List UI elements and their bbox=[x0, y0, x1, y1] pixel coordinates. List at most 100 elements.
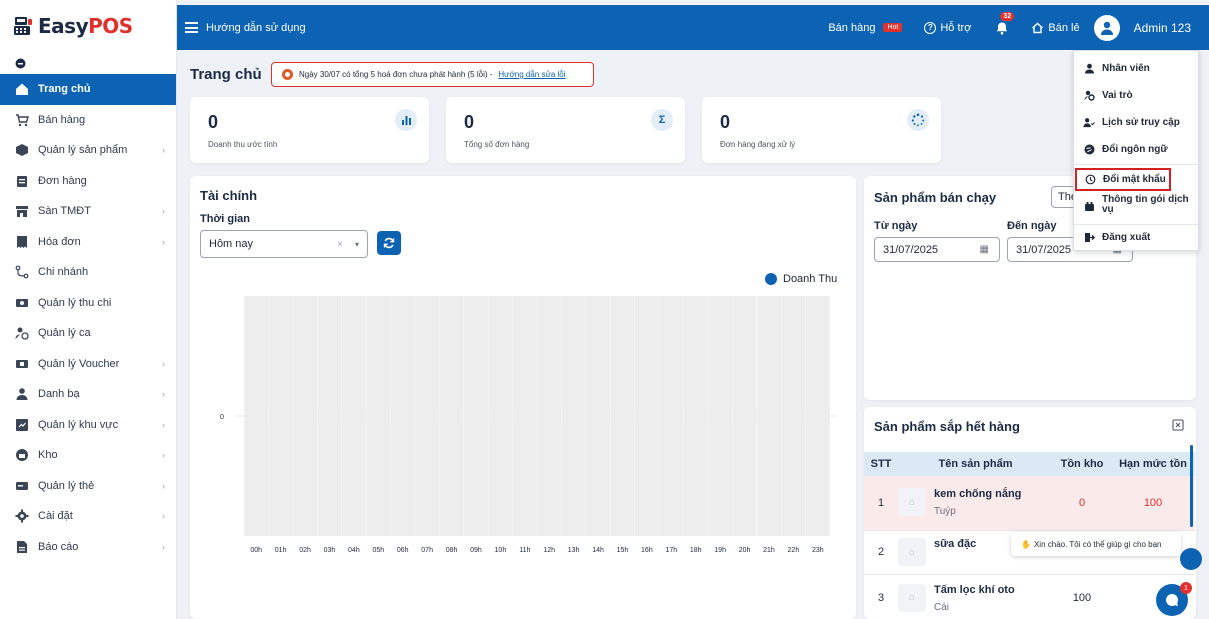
bar-background-21h[interactable] bbox=[756, 296, 781, 536]
sidebar-item-6[interactable]: Chi nhánh bbox=[0, 257, 176, 288]
x-tick-label: 14h bbox=[592, 547, 604, 554]
product-unit: Tuýp bbox=[934, 506, 956, 518]
globe-icon bbox=[1083, 144, 1095, 155]
sidebar-item-7[interactable]: Quản lý thu chi bbox=[0, 288, 176, 319]
sidebar-item-11[interactable]: Quản lý khu vực › bbox=[0, 410, 176, 441]
support-button[interactable]: ? Hỗ trợ bbox=[924, 21, 971, 34]
chat-greeting-bubble[interactable]: ✋ Xin chào. Tôi có thể giúp gì cho bạn bbox=[1011, 532, 1181, 556]
sidebar-item-label: Cài đặt bbox=[38, 510, 73, 523]
bar-background-19h[interactable] bbox=[708, 296, 733, 536]
brand-name: EasyPOS bbox=[38, 14, 133, 38]
bar-background-10h[interactable] bbox=[488, 296, 513, 536]
x-tick-label: 15h bbox=[617, 547, 629, 554]
sidebar-item-label: Danh bạ bbox=[38, 388, 80, 401]
x-tick-label: 20h bbox=[739, 547, 751, 554]
bar-background-01h[interactable] bbox=[268, 296, 293, 536]
x-tick-label: 18h bbox=[690, 547, 702, 554]
sidebar-item-9[interactable]: Quản lý Voucher › bbox=[0, 349, 176, 380]
menu-item-role[interactable]: Vai trò bbox=[1074, 86, 1198, 104]
sidebar-menu: Trang chủ Bán hàng Quản lý sản phẩm › Đơn hà… bbox=[0, 74, 176, 562]
table-row[interactable]: 3 ⌂ Tấm lọc khí oto Cái 100 bbox=[864, 574, 1195, 619]
bar-background-17h[interactable] bbox=[659, 296, 684, 536]
sidebar-item-label: Kho bbox=[38, 449, 58, 462]
chat-icon bbox=[1166, 594, 1179, 606]
avatar[interactable] bbox=[1093, 14, 1120, 41]
menu-item-language[interactable]: Đổi ngôn ngữ bbox=[1074, 140, 1198, 158]
bar-background-03h[interactable] bbox=[317, 296, 342, 536]
voucher-icon bbox=[15, 357, 29, 371]
bar-background-23h[interactable] bbox=[805, 296, 830, 536]
menu-item-staff[interactable]: Nhân viên bbox=[1074, 59, 1198, 77]
x-tick-label: 05h bbox=[372, 547, 384, 554]
sidebar-item-label: Quản lý thẻ bbox=[38, 479, 95, 492]
card-icon bbox=[15, 479, 29, 493]
bar-background-13h[interactable] bbox=[561, 296, 586, 536]
sidebar-collapse-button[interactable] bbox=[0, 52, 176, 74]
bar-background-22h[interactable] bbox=[781, 296, 806, 536]
bar-background-16h[interactable] bbox=[634, 296, 659, 536]
sidebar-item-14[interactable]: Cài đặt › bbox=[0, 501, 176, 532]
bar-background-18h[interactable] bbox=[683, 296, 708, 536]
sidebar-item-15[interactable]: Báo cáo › bbox=[0, 532, 176, 563]
sale-button[interactable]: Bán hàng Hot bbox=[828, 21, 903, 34]
sidebar-item-0[interactable]: Trang chủ bbox=[0, 74, 176, 105]
bar-background-20h[interactable] bbox=[732, 296, 757, 536]
x-tick-label: 00h bbox=[250, 547, 262, 554]
history-icon bbox=[1083, 117, 1095, 128]
user-guide-link[interactable]: Hướng dẫn sử dụng bbox=[206, 22, 306, 34]
bar-background-05h[interactable] bbox=[366, 296, 391, 536]
bar-background-00h[interactable] bbox=[244, 296, 269, 536]
menu-item-label: Đăng xuất bbox=[1102, 231, 1151, 243]
chat-badge: 1 bbox=[1180, 582, 1192, 594]
x-tick-label: 21h bbox=[763, 547, 775, 554]
menu-item-change-password[interactable]: Đổi mật khẩu bbox=[1075, 168, 1171, 191]
sidebar-item-1[interactable]: Bán hàng bbox=[0, 105, 176, 136]
bar-background-15h[interactable] bbox=[610, 296, 635, 536]
sidebar-item-2[interactable]: Quản lý sản phẩm › bbox=[0, 135, 176, 166]
chevron-right-icon: › bbox=[162, 450, 165, 461]
bar-background-04h[interactable] bbox=[341, 296, 366, 536]
table-row[interactable]: 1 ⌂ kem chống nắng Tuýp 0 100 bbox=[864, 476, 1195, 531]
user-name[interactable]: Admin 123 bbox=[1134, 21, 1191, 35]
product-unit: Cái bbox=[934, 601, 950, 613]
from-date-input[interactable]: 31/07/2025 ▦ bbox=[874, 237, 1000, 262]
sidebar-item-10[interactable]: Danh bạ › bbox=[0, 379, 176, 410]
bar-background-08h[interactable] bbox=[439, 296, 464, 536]
bar-background-12h[interactable] bbox=[537, 296, 562, 536]
x-tick-label: 06h bbox=[397, 547, 409, 554]
invoice-error-alert: Ngày 30/07 có tổng 5 hoá đơn chưa phát h… bbox=[271, 62, 594, 87]
sale-label: Bán hàng bbox=[828, 21, 876, 34]
bar-background-11h[interactable] bbox=[512, 296, 537, 536]
sidebar: EasyPOS Trang chủ Bán hàng Quản lý sản phẩ… bbox=[0, 0, 177, 619]
chevron-right-icon: › bbox=[162, 511, 165, 522]
stat-card-orders: 0 Tổng số đơn hàng Σ bbox=[446, 97, 685, 163]
bar-background-14h[interactable] bbox=[586, 296, 611, 536]
menu-icon[interactable] bbox=[185, 22, 198, 33]
bar-background-02h[interactable] bbox=[293, 296, 318, 536]
notification-button[interactable]: 32 bbox=[995, 11, 1015, 35]
chat-side-button[interactable] bbox=[1180, 548, 1202, 570]
x-tick-label: 09h bbox=[470, 547, 482, 554]
sidebar-item-8[interactable]: Quản lý ca bbox=[0, 318, 176, 349]
x-tick-label: 08h bbox=[446, 547, 458, 554]
menu-item-service-package[interactable]: Thông tin gói dịch vụ bbox=[1074, 195, 1198, 221]
sidebar-item-4[interactable]: Sàn TMĐT › bbox=[0, 196, 176, 227]
export-icon[interactable] bbox=[1172, 419, 1184, 431]
scrollbar[interactable] bbox=[1190, 445, 1193, 527]
sidebar-item-5[interactable]: Hóa đơn › bbox=[0, 227, 176, 258]
menu-item-access-history[interactable]: Lịch sử truy cập bbox=[1074, 113, 1198, 131]
bar-background-06h[interactable] bbox=[390, 296, 415, 536]
calendar-icon[interactable]: ▦ bbox=[980, 244, 989, 255]
logo[interactable]: EasyPOS bbox=[0, 0, 176, 52]
bar-background-09h[interactable] bbox=[463, 296, 488, 536]
chevron-right-icon: › bbox=[162, 145, 165, 156]
sidebar-item-3[interactable]: Đơn hàng bbox=[0, 166, 176, 197]
sidebar-item-13[interactable]: Quản lý thẻ › bbox=[0, 471, 176, 502]
menu-item-logout[interactable]: Đăng xuất bbox=[1074, 228, 1198, 246]
retail-button[interactable]: Bán lẻ bbox=[1031, 22, 1080, 34]
fix-guide-link[interactable]: Hướng dẫn sửa lỗi bbox=[498, 70, 565, 79]
sidebar-item-label: Hóa đơn bbox=[38, 235, 81, 248]
sidebar-item-12[interactable]: Kho › bbox=[0, 440, 176, 471]
row-stt: 3 bbox=[864, 574, 898, 619]
bar-background-07h[interactable] bbox=[415, 296, 440, 536]
